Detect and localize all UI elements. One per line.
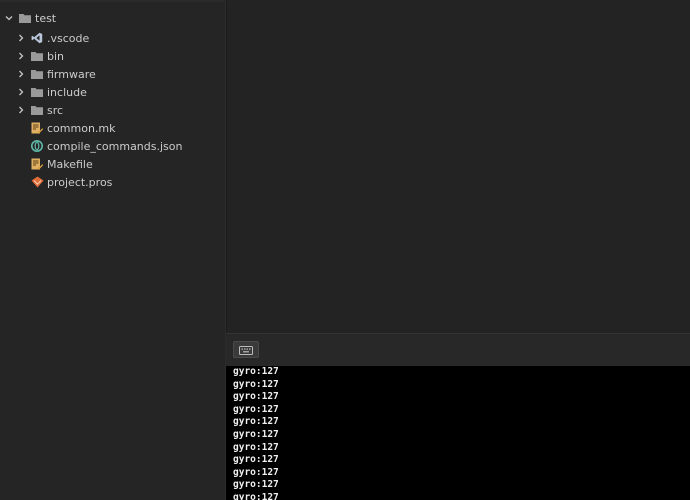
explorer-item-label: Makefile bbox=[47, 157, 93, 171]
explorer-item-vscode[interactable]: .vscode bbox=[0, 29, 226, 47]
folder-icon bbox=[30, 67, 44, 81]
chevron-right-icon[interactable] bbox=[16, 105, 26, 115]
terminal-line: gyro:127 bbox=[233, 466, 279, 478]
terminal-line: gyro:127 bbox=[233, 391, 279, 403]
explorer-item-label: compile_commands.json bbox=[47, 139, 183, 153]
terminal-output[interactable]: gyro:127 gyro:127 gyro:127 gyro:127 gyro:127… bbox=[226, 366, 690, 500]
terminal-line: gyro:127 bbox=[233, 479, 279, 491]
terminal-line: gyro:127 bbox=[233, 366, 279, 377]
chevron-right-icon[interactable] bbox=[16, 87, 26, 97]
pros-file-icon bbox=[30, 175, 44, 189]
chevron-right-icon[interactable] bbox=[16, 69, 26, 79]
explorer-item-label: .vscode bbox=[47, 31, 90, 45]
folder-icon bbox=[30, 49, 44, 63]
explorer-item-label: project.pros bbox=[47, 175, 113, 189]
terminal-line: gyro:127 bbox=[233, 378, 279, 390]
chevron-right-icon[interactable] bbox=[16, 33, 26, 43]
terminal-line: gyro:127 bbox=[233, 429, 279, 440]
explorer-item-project-pros[interactable]: project.pros bbox=[0, 173, 226, 191]
terminal-line: gyro:127 bbox=[233, 403, 279, 415]
terminal-line: gyro:127 bbox=[233, 454, 279, 466]
json-file-icon bbox=[30, 139, 44, 153]
explorer-item-common-mk[interactable]: common.mk bbox=[0, 119, 226, 137]
keyboard-button[interactable] bbox=[233, 341, 259, 358]
folder-icon bbox=[30, 103, 44, 117]
makefile-icon bbox=[30, 157, 44, 171]
explorer-item-include[interactable]: include bbox=[0, 83, 226, 101]
terminal-line: gyro:127 bbox=[233, 441, 279, 453]
chevron-down-icon[interactable] bbox=[4, 13, 14, 23]
keyboard-icon bbox=[239, 340, 253, 359]
explorer-item-bin[interactable]: bin bbox=[0, 47, 226, 65]
folder-icon bbox=[18, 11, 32, 25]
folder-icon bbox=[30, 85, 44, 99]
explorer-item-makefile[interactable]: Makefile bbox=[0, 155, 226, 173]
explorer-item-label: src bbox=[47, 103, 64, 117]
explorer-item-label: common.mk bbox=[47, 121, 116, 135]
makefile-icon bbox=[30, 121, 44, 135]
explorer-item-firmware[interactable]: firmware bbox=[0, 65, 226, 83]
explorer-item-src[interactable]: src bbox=[0, 101, 226, 119]
explorer-item-label: include bbox=[47, 85, 87, 99]
explorer-item-label: firmware bbox=[47, 67, 96, 81]
app-window: test .vscode bin firmware include src common.… bbox=[0, 0, 690, 500]
vscode-folder-icon bbox=[30, 31, 44, 45]
terminal-line: gyro:127 bbox=[233, 416, 279, 428]
explorer-root-label: test bbox=[35, 11, 57, 25]
chevron-right-icon[interactable] bbox=[16, 51, 26, 61]
explorer-root-folder[interactable]: test bbox=[0, 9, 226, 27]
sidebar-header-edge bbox=[0, 0, 226, 2]
terminal-line: gyro:127 bbox=[233, 492, 279, 500]
explorer-item-compile-commands-json[interactable]: compile_commands.json bbox=[0, 137, 226, 155]
explorer-sidebar: test .vscode bin firmware include src common.… bbox=[0, 0, 226, 500]
panel-toolbar bbox=[226, 333, 690, 366]
editor-area bbox=[226, 0, 690, 333]
explorer-item-label: bin bbox=[47, 49, 65, 63]
